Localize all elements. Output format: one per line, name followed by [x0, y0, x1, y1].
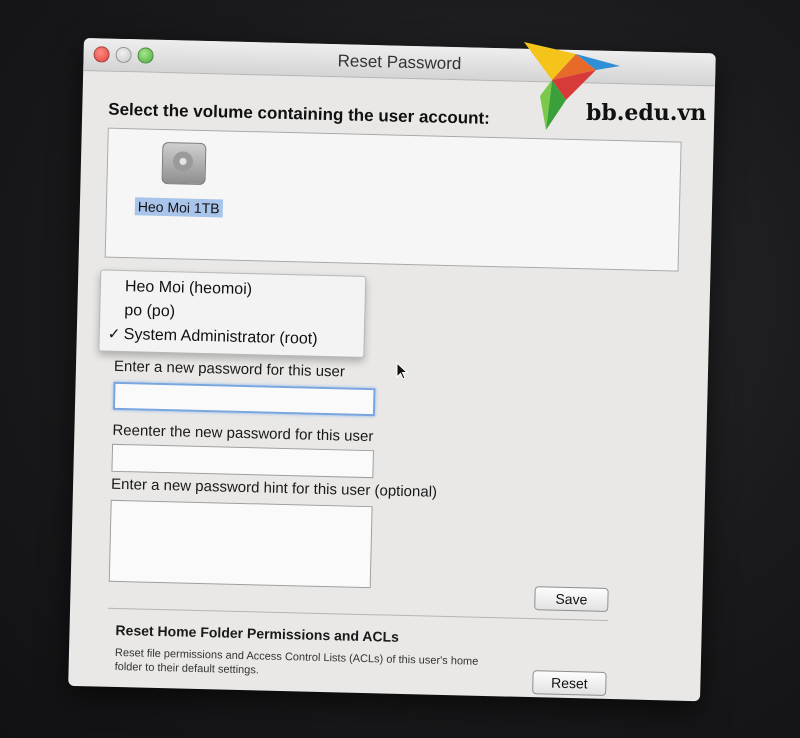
reenter-password-field[interactable] [111, 443, 375, 479]
password-hint-field[interactable] [108, 499, 373, 589]
new-password-field[interactable] [112, 381, 376, 417]
menu-item-user[interactable]: ✓ System Administrator (root) [99, 322, 364, 352]
volume-heading: Select the volume containing the user ac… [108, 99, 491, 128]
mouse-pointer-icon [396, 362, 409, 380]
user-account-menu[interactable]: Heo Moi (heomoi) po (po) ✓ System Admini… [98, 269, 367, 358]
save-button[interactable]: Save [534, 586, 609, 612]
reenter-password-label: Reenter the new password for this user [112, 421, 374, 446]
screen: Reset Password Select the volume contain… [0, 0, 800, 738]
menu-item-label: System Administrator (root) [123, 326, 318, 348]
watermark-text: bb.edu.vn [586, 100, 707, 126]
menu-item-label: Heo Moi (heomoi) [124, 278, 253, 299]
volume-name[interactable]: Heo Moi 1TB [134, 197, 223, 218]
menu-item-label: po (po) [124, 302, 176, 321]
section-divider [108, 607, 608, 621]
new-password-label: Enter a new password for this user [113, 357, 346, 381]
password-hint-label: Enter a new password hint for this user … [110, 475, 438, 501]
hard-disk-icon[interactable] [161, 141, 207, 186]
permissions-description: Reset file permissions and Access Contro… [114, 646, 479, 677]
volume-list[interactable]: Heo Moi 1TB [104, 127, 682, 272]
reset-button[interactable]: Reset [532, 670, 607, 696]
permissions-section-title: Reset Home Folder Permissions and ACLs [115, 621, 400, 645]
watermark-logo: bb.edu.vn [516, 40, 716, 140]
checkmark-icon: ✓ [107, 325, 121, 343]
